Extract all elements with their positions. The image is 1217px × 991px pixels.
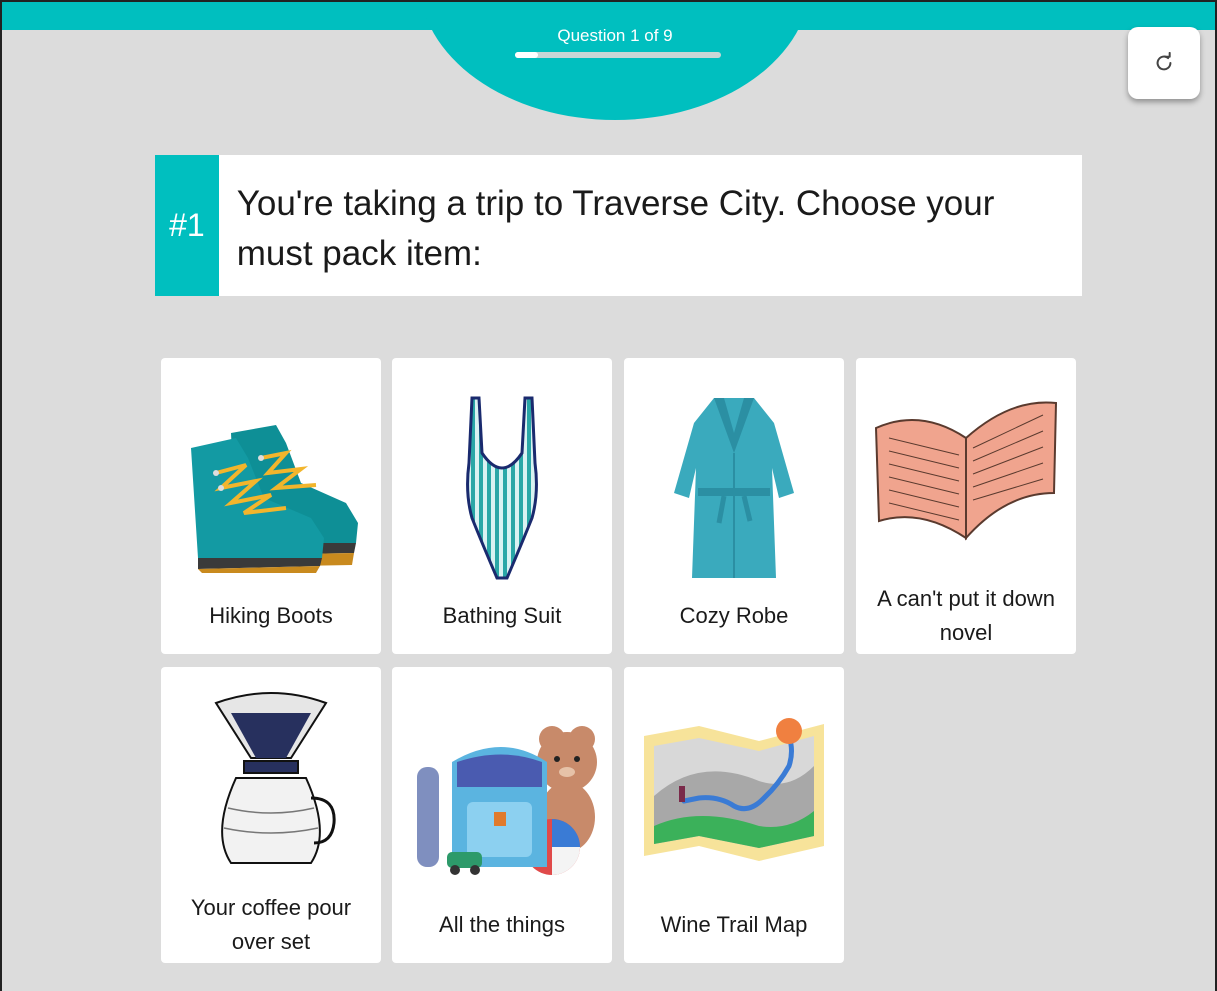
hiking-boots-icon bbox=[191, 425, 358, 573]
option-label: Wine Trail Map bbox=[660, 912, 808, 937]
option-card-hiking-boots[interactable]: Hiking Boots bbox=[161, 358, 381, 654]
question-box: #1 You're taking a trip to Traverse City… bbox=[155, 155, 1082, 296]
option-card-bathing-suit[interactable]: Bathing Suit bbox=[392, 358, 612, 654]
question-counter: Question 1 of 9 bbox=[557, 26, 673, 45]
progress-bar bbox=[515, 52, 721, 58]
backpack-toys-icon bbox=[417, 726, 597, 875]
option-label: Your coffee pour over set bbox=[190, 895, 352, 954]
bathing-suit-icon bbox=[466, 396, 538, 580]
option-label: Cozy Robe bbox=[679, 603, 789, 628]
option-card-coffee-pour-over[interactable]: Your coffee pour over set bbox=[161, 667, 381, 963]
header-bubble bbox=[419, 0, 811, 120]
option-card-cozy-robe[interactable]: Cozy Robe bbox=[624, 358, 844, 654]
refresh-button[interactable] bbox=[1128, 27, 1200, 99]
progress-fill bbox=[515, 52, 538, 58]
option-label: Hiking Boots bbox=[209, 603, 333, 628]
trail-map-icon bbox=[644, 718, 824, 861]
option-label: All the things bbox=[439, 912, 565, 937]
open-book-icon bbox=[874, 401, 1058, 541]
option-card-all-the-things[interactable]: All the things bbox=[392, 667, 612, 963]
robe-icon bbox=[674, 398, 794, 578]
coffee-pour-over-icon bbox=[214, 692, 336, 864]
option-card-wine-trail-map[interactable]: Wine Trail Map bbox=[624, 667, 844, 963]
option-card-novel[interactable]: A can't put it down novel bbox=[856, 358, 1076, 654]
option-label: A can't put it down novel bbox=[877, 586, 1055, 645]
question-text: You're taking a trip to Traverse City. C… bbox=[236, 184, 995, 273]
question-number: #1 bbox=[155, 155, 219, 296]
option-label: Bathing Suit bbox=[442, 603, 562, 628]
refresh-icon bbox=[1156, 52, 1172, 71]
